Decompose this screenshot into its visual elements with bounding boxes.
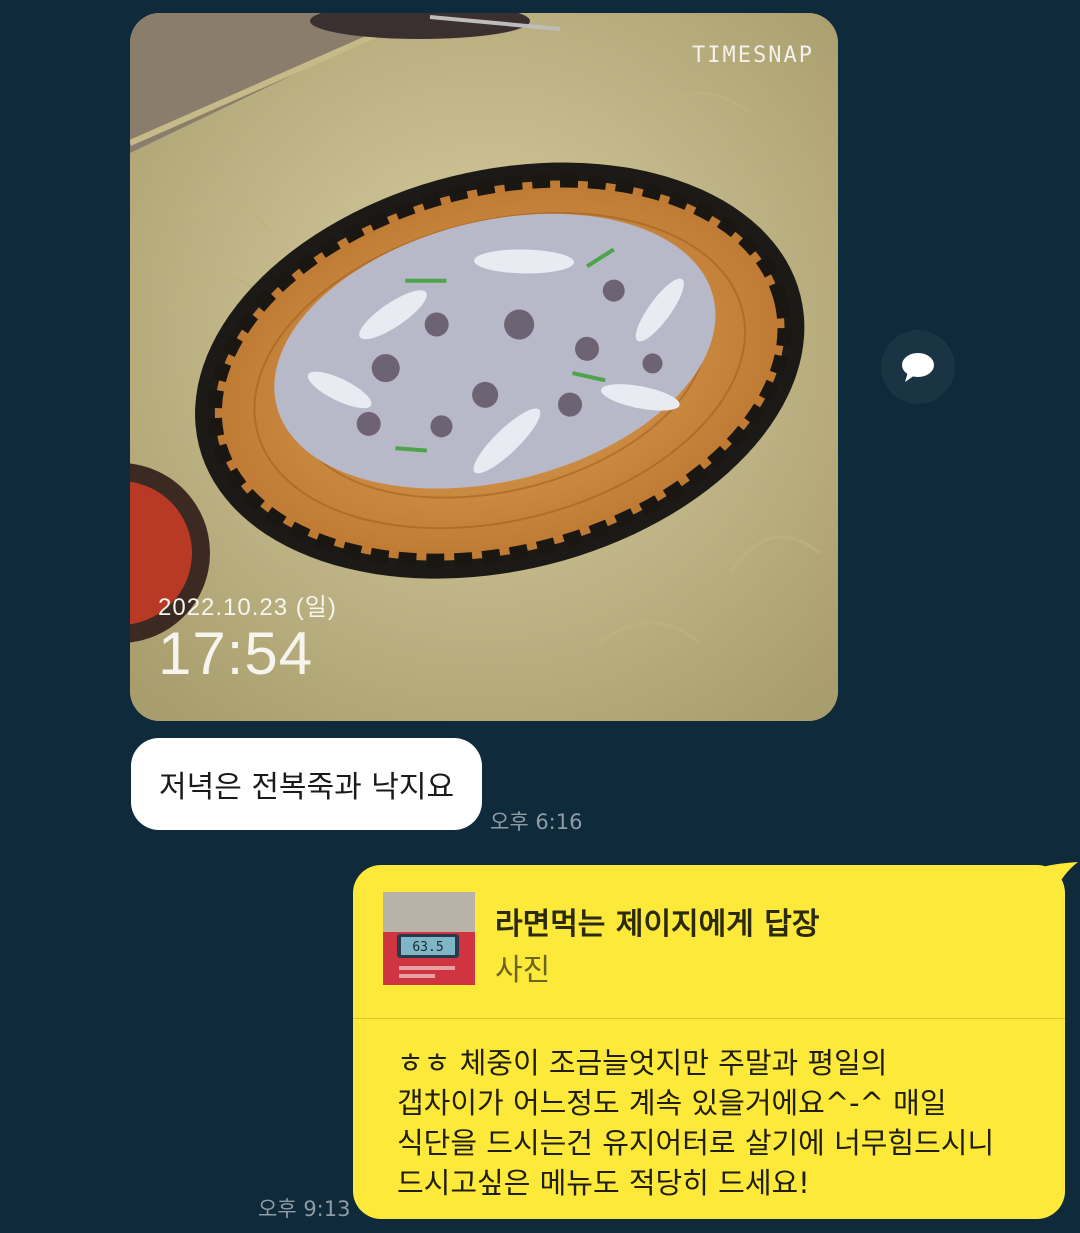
photo-message[interactable]: TIMESNAP 2022.10.23 (일) 17:54 xyxy=(130,13,838,721)
reply-line: 식단을 드시는건 유지어터로 살기에 너무힘드시니 xyxy=(397,1126,995,1160)
photo-time-stamp: 17:54 xyxy=(158,620,314,687)
reply-subtitle: 사진 xyxy=(495,953,551,988)
reply-thumbnail: 63.5 xyxy=(383,892,475,985)
share-button[interactable] xyxy=(881,330,955,404)
outgoing-message-time: 오후 9:13 xyxy=(258,1197,351,1221)
timesnap-watermark: TIMESNAP xyxy=(692,43,814,68)
incoming-message-text: 저녁은 전복죽과 낙지요 xyxy=(159,770,455,805)
incoming-message-bubble[interactable]: 저녁은 전복죽과 낙지요 xyxy=(131,738,483,830)
chat-bubble-icon xyxy=(902,353,934,382)
reply-quote[interactable]: 63.5 라면먹는 제이지에게 답장 사진 xyxy=(353,865,1065,1019)
incoming-message-time: 오후 6:16 xyxy=(490,810,583,834)
reply-line: ㅎㅎ 체중이 조금늘엇지만 주말과 평일의 xyxy=(397,1046,888,1080)
photo-date-stamp: 2022.10.23 (일) xyxy=(158,594,337,621)
scale-display-value: 63.5 xyxy=(412,940,443,955)
outgoing-reply-bubble[interactable]: 63.5 라면먹는 제이지에게 답장 사진 ㅎㅎ 체중이 조금늘엇지만 주말과 … xyxy=(353,865,1065,1219)
reply-message-text: ㅎㅎ 체중이 조금늘엇지만 주말과 평일의 갭차이가 어느정도 계속 있을거에요… xyxy=(397,1043,1047,1203)
reply-line: 드시고싶은 메뉴도 적당히 드세요! xyxy=(397,1166,810,1200)
scale-photo-thumbnail: 63.5 xyxy=(383,892,475,985)
reply-title: 라면먹는 제이지에게 답장 xyxy=(495,907,820,942)
reply-line: 갭차이가 어느정도 계속 있을거에요^-^ 매일 xyxy=(397,1086,947,1120)
